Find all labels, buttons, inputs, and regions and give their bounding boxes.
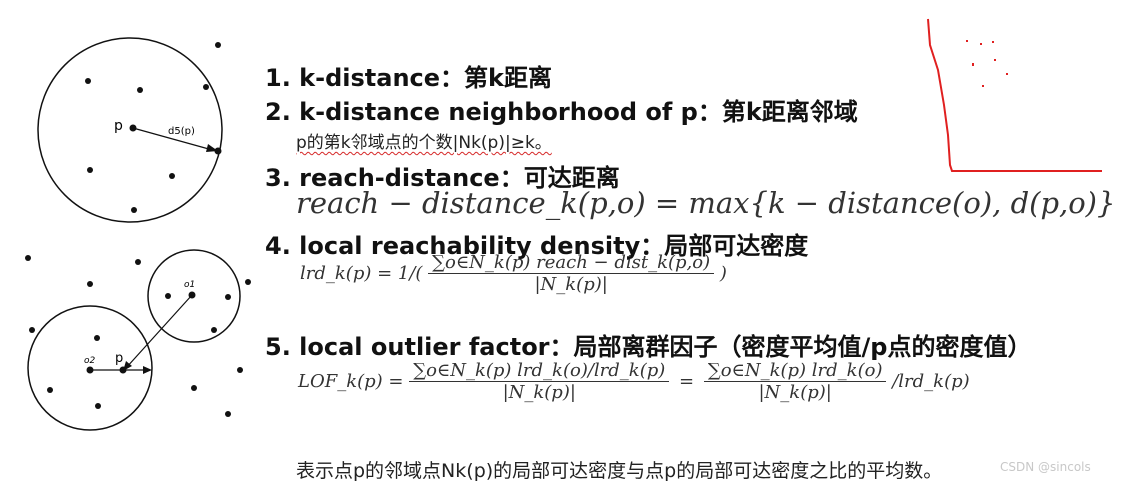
point bbox=[137, 87, 143, 93]
point bbox=[245, 279, 251, 285]
point bbox=[87, 281, 93, 287]
red-dot bbox=[992, 41, 994, 43]
red-curve-plot bbox=[927, 18, 1102, 172]
point bbox=[29, 327, 35, 333]
d5-label: d5(p) bbox=[168, 126, 195, 137]
point bbox=[135, 259, 141, 265]
point bbox=[131, 207, 137, 213]
item-5-heading: 5. local outlier factor：局部离群因子（密度平均值/p点的… bbox=[265, 333, 1032, 361]
reach-distance-formula: reach − distance_k(p,o) = max{k − distan… bbox=[296, 186, 1116, 220]
lof-numerator-1: ∑o∈N_k(p) lrd_k(o)/lrd_k(p) bbox=[409, 360, 670, 382]
arrow-head-icon bbox=[143, 366, 152, 374]
point bbox=[47, 387, 53, 393]
red-curve bbox=[927, 18, 1102, 172]
lrd-denominator: |N_k(p)| bbox=[534, 274, 608, 295]
red-dot bbox=[980, 43, 982, 45]
lrd-fraction: ∑o∈N_k(p) reach − dist_k(p,o) |N_k(p)| bbox=[428, 252, 715, 295]
o2-label: o2 bbox=[84, 356, 96, 366]
item-2-heading: 2. k-distance neighborhood of p：第k距离邻域 bbox=[265, 98, 858, 126]
item-1-heading: 1. k-distance：第k距离 bbox=[265, 64, 553, 92]
red-dot bbox=[994, 59, 996, 61]
lrd-close: ) bbox=[719, 263, 727, 284]
point bbox=[169, 173, 175, 179]
reach-line bbox=[125, 294, 193, 369]
lof-tail: /lrd_k(p) bbox=[892, 371, 970, 392]
lof-equals: = bbox=[679, 371, 695, 392]
red-dot bbox=[982, 85, 984, 87]
point bbox=[191, 385, 197, 391]
point bbox=[215, 42, 221, 48]
lrd-numerator: ∑o∈N_k(p) reach − dist_k(p,o) bbox=[428, 252, 715, 274]
lrd-lhs: lrd_k(p) = 1/( bbox=[300, 263, 423, 284]
point bbox=[87, 167, 93, 173]
p-label: p bbox=[114, 118, 123, 134]
point bbox=[25, 255, 31, 261]
p-label: p bbox=[115, 351, 123, 366]
lof-denominator-1: |N_k(p)| bbox=[502, 382, 576, 403]
point bbox=[225, 294, 231, 300]
point bbox=[165, 293, 171, 299]
red-dot bbox=[972, 63, 974, 66]
lrd-formula: lrd_k(p) = 1/( ∑o∈N_k(p) reach − dist_k(… bbox=[300, 252, 727, 295]
lof-numerator-2: ∑o∈N_k(p) lrd_k(o) bbox=[703, 360, 887, 382]
red-dot bbox=[966, 40, 968, 42]
o1-label: o1 bbox=[184, 280, 195, 290]
lof-formula: LOF_k(p) = ∑o∈N_k(p) lrd_k(o)/lrd_k(p) |… bbox=[298, 360, 970, 403]
lof-denominator-2: |N_k(p)| bbox=[758, 382, 832, 403]
point bbox=[94, 335, 100, 341]
k-distance-diagram: p d5(p) bbox=[37, 37, 223, 223]
lof-explanation: 表示点p的邻域点Nk(p)的局部可达密度与点p的局部可达密度之比的平均数。 bbox=[296, 460, 943, 482]
lof-fraction-2: ∑o∈N_k(p) lrd_k(o) |N_k(p)| bbox=[703, 360, 887, 403]
watermark: CSDN @sincols bbox=[1000, 460, 1091, 474]
point bbox=[85, 78, 91, 84]
point bbox=[203, 84, 209, 90]
point bbox=[211, 327, 217, 333]
point bbox=[95, 403, 101, 409]
point bbox=[237, 367, 243, 373]
lrd-diagram: o1 o2 p bbox=[25, 249, 251, 431]
lof-lhs: LOF_k(p) = bbox=[298, 371, 404, 392]
item-2-note: p的第k邻域点的个数|Nk(p)|≥k。 bbox=[296, 133, 552, 153]
point bbox=[225, 411, 231, 417]
red-dot bbox=[1006, 73, 1008, 75]
lof-fraction-1: ∑o∈N_k(p) lrd_k(o)/lrd_k(p) |N_k(p)| bbox=[409, 360, 670, 403]
